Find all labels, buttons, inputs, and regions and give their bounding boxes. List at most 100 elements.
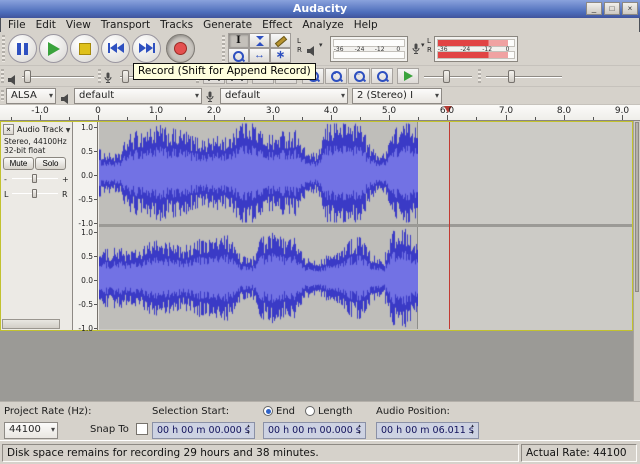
titlebar[interactable]: Audacity _ □ × — [0, 0, 640, 18]
recording-meter-dropdown-icon[interactable]: ▾ — [421, 41, 425, 49]
multi-tool-button[interactable]: ∗ — [270, 48, 291, 63]
fit-project-button[interactable] — [371, 68, 393, 84]
menu-edit[interactable]: Edit — [31, 18, 61, 32]
playback-meter-l-label: L — [297, 37, 302, 46]
device-toolbar-grip[interactable] — [1, 90, 4, 101]
end-radio[interactable]: End — [263, 406, 295, 417]
output-volume-slider[interactable] — [22, 70, 94, 84]
length-radio[interactable]: Length — [305, 406, 353, 417]
transcription-toolbar-grip[interactable] — [478, 69, 481, 83]
length-radio-icon[interactable] — [305, 406, 315, 416]
track-close-button[interactable]: × — [3, 124, 14, 135]
zoom-out-icon: − — [330, 70, 343, 82]
mute-button[interactable]: Mute — [3, 157, 34, 170]
combo-arrow-icon: ▾ — [341, 90, 345, 102]
playback-meter-dropdown-icon[interactable]: ▾ — [319, 41, 323, 49]
scale-tick — [94, 280, 97, 281]
audio-clip-right[interactable] — [99, 227, 418, 329]
menu-analyze[interactable]: Analyze — [297, 18, 348, 32]
solo-button[interactable]: Solo — [35, 157, 66, 170]
skip-to-end-button[interactable] — [132, 34, 161, 63]
menu-help[interactable]: Help — [349, 18, 383, 32]
scale-label: 1.0 — [81, 124, 93, 132]
vertical-scrollbar-thumb[interactable] — [635, 122, 639, 292]
menu-file[interactable]: File — [3, 18, 31, 32]
menu-transport[interactable]: Transport — [96, 18, 155, 32]
ruler-label: 0 — [95, 106, 101, 116]
recording-device-value: default — [225, 90, 260, 101]
timeshift-tool-button[interactable]: ↔ — [249, 48, 270, 63]
waveform-area[interactable] — [99, 122, 632, 330]
audio-position-field[interactable]: 00 h 00 m 06.011 s▴▾ — [376, 422, 479, 439]
scale-label: 0.5 — [81, 253, 93, 261]
playback-meter[interactable]: -36-24-120 — [330, 36, 408, 62]
playback-speed-slider[interactable] — [424, 70, 472, 84]
spinner-icon[interactable]: ▴▾ — [468, 423, 477, 438]
transport-toolbar-grip[interactable] — [2, 35, 5, 62]
track-control-panel: × Audio Track ▼ Stereo, 44100Hz 32-bit f… — [1, 122, 73, 330]
skip-to-start-button[interactable] — [101, 34, 130, 63]
scale-label: 1.0 — [81, 229, 93, 237]
end-radio-icon[interactable] — [263, 406, 273, 416]
disk-space-status: Disk space remains for recording 29 hour… — [2, 444, 519, 462]
combo-arrow-icon: ▾ — [49, 90, 53, 102]
waveform-channel-left[interactable] — [99, 122, 632, 224]
selection-start-value: 00 h 00 m 00.000 s — [157, 425, 250, 436]
ruler-tick — [418, 117, 419, 120]
combo-arrow-icon: ▾ — [435, 90, 439, 102]
zoom-tool-button[interactable] — [228, 48, 249, 63]
record-button[interactable] — [166, 34, 195, 63]
spinner-icon[interactable]: ▴▾ — [355, 423, 364, 438]
playback-device-combo[interactable]: default▾ — [74, 88, 202, 104]
project-rate-combo[interactable]: 44100▾ — [4, 422, 58, 439]
mixer-toolbar-grip[interactable] — [1, 69, 4, 83]
scale-label: 0.5 — [81, 148, 93, 156]
audio-clip-left[interactable] — [99, 122, 418, 224]
gain-slider[interactable] — [12, 173, 58, 184]
vertical-scrollbar[interactable] — [633, 121, 640, 401]
recording-device-combo[interactable]: default ▾ — [220, 88, 348, 104]
length-radio-label: Length — [318, 406, 353, 417]
menu-view[interactable]: View — [61, 18, 96, 32]
zoom-out-button[interactable]: − — [325, 68, 347, 84]
selection-start-label: Selection Start: — [152, 406, 229, 417]
combo-arrow-icon: ▾ — [195, 90, 199, 102]
fit-selection-button[interactable]: ↔ — [348, 68, 370, 84]
menu-effect[interactable]: Effect — [257, 18, 297, 32]
menu-generate[interactable]: Generate — [198, 18, 257, 32]
track-collapse-button[interactable] — [2, 319, 60, 329]
selection-tool-button[interactable]: I — [228, 33, 249, 48]
menu-tracks[interactable]: Tracks — [155, 18, 198, 32]
draw-tool-button[interactable] — [270, 33, 291, 48]
waveform-channel-right[interactable] — [99, 227, 632, 329]
audio-host-combo[interactable]: ALSA▾ — [6, 88, 56, 104]
spinner-icon[interactable]: ▴▾ — [244, 423, 253, 438]
selection-end-field[interactable]: 00 h 00 m 00.000 s▴▾ — [263, 422, 366, 439]
timeline-ruler[interactable]: -1.001.02.03.04.05.06.07.08.09.0 — [0, 105, 640, 121]
ruler-tick — [593, 117, 594, 120]
pause-button[interactable] — [8, 34, 37, 63]
selection-start-field[interactable]: 00 h 00 m 00.000 s▴▾ — [152, 422, 255, 439]
recording-channels-combo[interactable]: 2 (Stereo) I▾ — [352, 88, 442, 104]
close-button[interactable]: × — [622, 2, 638, 15]
minimize-button[interactable]: _ — [586, 2, 602, 15]
maximize-button[interactable]: □ — [604, 2, 620, 15]
pan-slider[interactable] — [12, 188, 58, 199]
tools-toolbar-grip[interactable] — [222, 35, 225, 62]
ruler-tick — [302, 117, 303, 120]
track-name-menu[interactable]: Audio Track ▼ — [17, 125, 70, 134]
transcription-speed-slider[interactable] — [486, 70, 562, 84]
selection-tool-icon: I — [236, 36, 241, 46]
play-at-speed-button[interactable] — [397, 68, 419, 84]
input-volume-grip[interactable] — [98, 69, 101, 83]
play-button[interactable] — [39, 34, 68, 63]
ruler-tick — [360, 117, 361, 120]
snap-to-checkbox[interactable] — [136, 423, 148, 435]
recording-meter-r-label: R — [427, 46, 432, 55]
stop-button[interactable] — [70, 34, 99, 63]
recording-cursor — [449, 122, 450, 329]
recording-meter[interactable]: -36-24-120 — [434, 36, 518, 62]
scale-tick — [94, 199, 97, 200]
envelope-tool-button[interactable] — [249, 33, 270, 48]
scale-tick — [94, 328, 97, 329]
